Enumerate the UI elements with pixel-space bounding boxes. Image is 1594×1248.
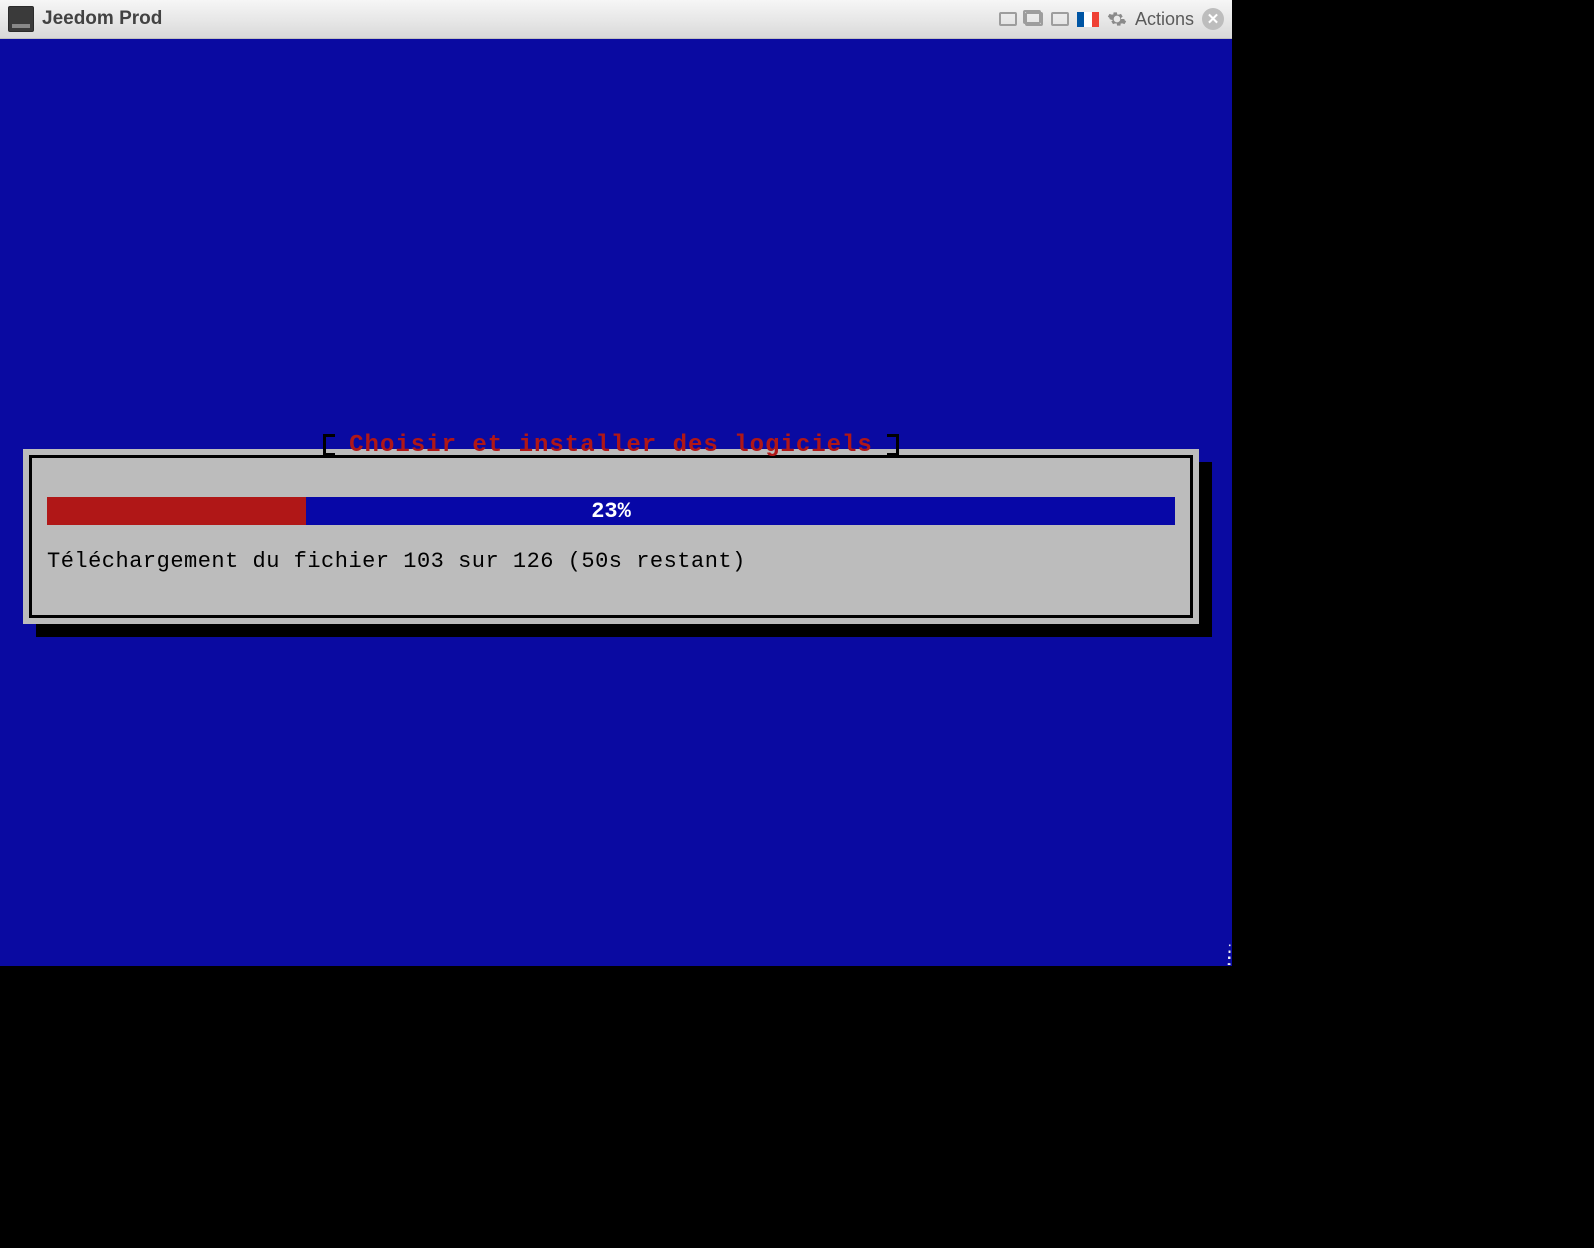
window-secondary-screen-icon[interactable] xyxy=(1025,12,1043,26)
terminal-icon xyxy=(8,6,34,32)
panel-border xyxy=(29,455,1193,618)
resize-grip-icon[interactable]: .:.::.::: xyxy=(1226,946,1228,964)
progress-percent-label: 23% xyxy=(47,497,1175,525)
window-titlebar: Jeedom Prod Actions ✕ xyxy=(0,0,1232,39)
progress-bar: 23% xyxy=(47,497,1175,525)
gear-icon[interactable] xyxy=(1107,9,1127,29)
window-primary-screen-icon[interactable] xyxy=(999,12,1017,26)
console-screen: Choisir et installer des logiciels 23% T… xyxy=(0,39,1232,966)
window-title: Jeedom Prod xyxy=(42,8,162,30)
actions-menu[interactable]: Actions xyxy=(1135,9,1194,30)
download-status-text: Téléchargement du fichier 103 sur 126 (5… xyxy=(47,549,746,574)
installer-panel: Choisir et installer des logiciels 23% T… xyxy=(23,449,1199,624)
window-fullscreen-icon[interactable] xyxy=(1051,12,1069,26)
locale-flag-icon[interactable] xyxy=(1077,12,1099,27)
close-icon[interactable]: ✕ xyxy=(1202,8,1224,30)
